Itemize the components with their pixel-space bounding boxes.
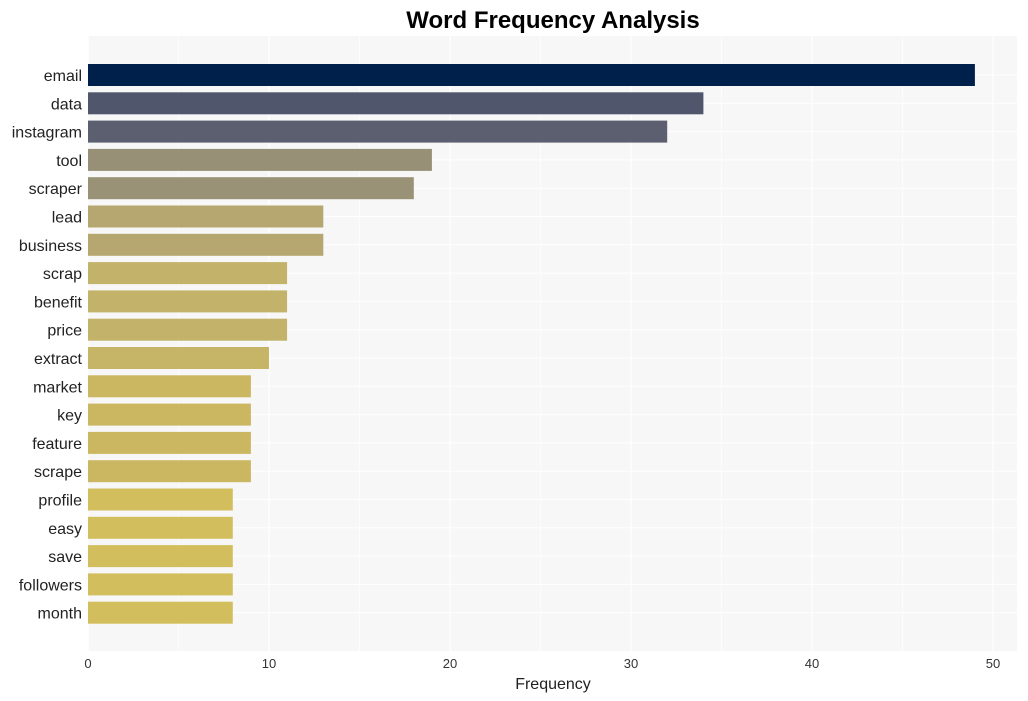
bar-lead: [88, 205, 324, 228]
y-tick-label-key: key: [57, 408, 82, 425]
bar-market: [88, 375, 251, 398]
bar-scrape: [88, 460, 251, 483]
y-tick-label-extract: extract: [34, 351, 83, 368]
x-axis-ticks: 0 10 20 30 40 50: [84, 656, 1000, 671]
bar-save: [88, 545, 233, 568]
bar-benefit: [88, 290, 288, 313]
bar-month: [88, 601, 233, 624]
chart-title: Word Frequency Analysis: [406, 7, 699, 34]
bar-business: [88, 233, 324, 256]
y-tick-label-scrape: scrape: [34, 464, 82, 481]
y-tick-label-lead: lead: [52, 210, 82, 227]
y-tick-label-tool: tool: [56, 153, 82, 170]
y-tick-label-scraper: scraper: [29, 181, 83, 198]
y-tick-label-easy: easy: [48, 521, 82, 538]
bar-scraper: [88, 177, 414, 200]
y-tick-label-data: data: [51, 96, 82, 113]
bar-key: [88, 403, 251, 426]
bar-extract: [88, 347, 269, 369]
bar-data: [88, 92, 704, 115]
bar-tool: [88, 148, 432, 171]
x-axis-label: Frequency: [515, 676, 591, 693]
bar-easy: [88, 516, 233, 539]
x-tick-label: 30: [624, 656, 638, 671]
y-tick-label-benefit: benefit: [34, 294, 83, 311]
x-tick-label: 20: [443, 656, 457, 671]
bar-instagram: [88, 120, 668, 143]
bar-feature: [88, 431, 251, 454]
x-tick-label: 10: [262, 656, 276, 671]
bar-price: [88, 318, 288, 341]
x-tick-label: 50: [986, 656, 1000, 671]
y-tick-label-scrap: scrap: [43, 266, 82, 283]
y-tick-label-month: month: [38, 606, 82, 623]
y-tick-label-feature: feature: [32, 436, 82, 453]
y-tick-label-business: business: [19, 238, 82, 255]
y-tick-label-instagram: instagram: [12, 125, 82, 142]
y-tick-label-market: market: [33, 379, 82, 396]
y-tick-label-email: email: [44, 68, 82, 85]
y-axis-labels: email data instagram tool scraper lead busines…: [12, 68, 83, 623]
bar-chart: email data instagram tool scraper lead busines…: [12, 7, 1017, 693]
bar-scrap: [88, 262, 288, 285]
y-tick-label-save: save: [48, 549, 82, 566]
x-tick-label: 40: [805, 656, 819, 671]
bar-followers: [88, 573, 233, 596]
y-tick-label-price: price: [47, 323, 82, 340]
bar-profile: [88, 488, 233, 511]
y-tick-label-profile: profile: [38, 493, 82, 510]
y-tick-label-followers: followers: [19, 577, 82, 594]
bar-email: [88, 64, 975, 86]
x-tick-label: 0: [84, 656, 91, 671]
